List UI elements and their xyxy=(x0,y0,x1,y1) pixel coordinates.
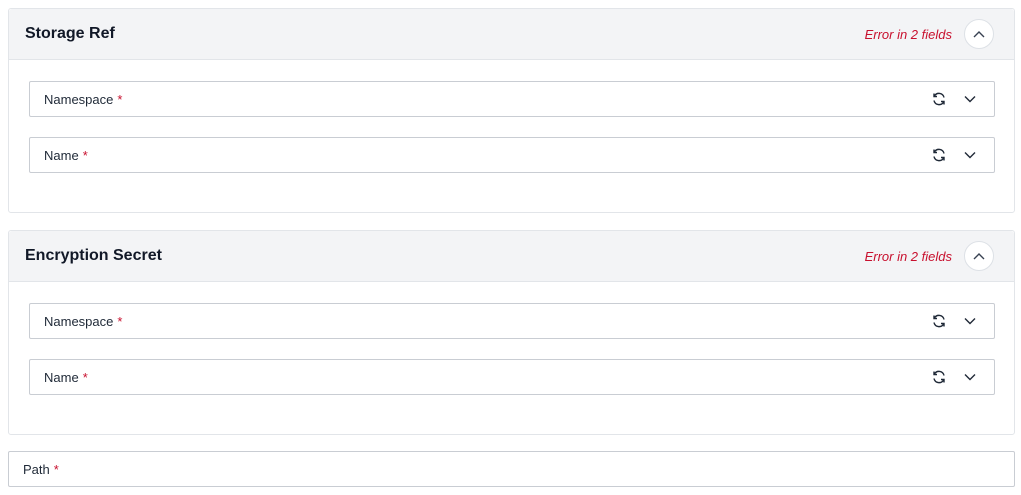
error-message: Error in 2 fields xyxy=(864,26,952,42)
refresh-icon xyxy=(933,148,945,162)
field-label: Namespace xyxy=(44,313,114,329)
required-mark: * xyxy=(117,313,123,329)
chevron-up-icon xyxy=(973,31,985,38)
refresh-button[interactable] xyxy=(929,311,949,331)
chevron-down-icon xyxy=(964,96,976,103)
dropdown-toggle[interactable] xyxy=(960,89,980,109)
section-title: Encryption Secret xyxy=(25,247,162,264)
error-message: Error in 2 fields xyxy=(864,248,952,264)
required-mark: * xyxy=(117,91,123,107)
encryption-secret-header: Encryption Secret Error in 2 fields xyxy=(9,231,1014,282)
refresh-button[interactable] xyxy=(929,145,949,165)
namespace-select[interactable]: Namespace * xyxy=(29,81,995,117)
encryption-secret-section: Encryption Secret Error in 2 fields Name… xyxy=(8,230,1015,435)
storage-ref-header: Storage Ref Error in 2 fields xyxy=(9,9,1014,60)
field-label: Name xyxy=(44,369,79,385)
dropdown-toggle[interactable] xyxy=(960,145,980,165)
field-label: Path xyxy=(23,461,50,477)
refresh-icon xyxy=(933,92,945,106)
chevron-down-icon xyxy=(964,374,976,381)
chevron-down-icon xyxy=(964,318,976,325)
refresh-button[interactable] xyxy=(929,89,949,109)
section-title: Storage Ref xyxy=(25,25,115,42)
refresh-button[interactable] xyxy=(929,367,949,387)
field-label: Name xyxy=(44,147,79,163)
required-mark: * xyxy=(82,147,88,163)
dropdown-toggle[interactable] xyxy=(960,367,980,387)
required-mark: * xyxy=(53,461,59,477)
storage-ref-section: Storage Ref Error in 2 fields Namespace *… xyxy=(8,8,1015,213)
collapse-button[interactable] xyxy=(964,241,994,271)
field-label: Namespace xyxy=(44,91,114,107)
path-input[interactable]: Path * xyxy=(8,451,1015,487)
namespace-select[interactable]: Namespace * xyxy=(29,303,995,339)
chevron-up-icon xyxy=(973,253,985,260)
name-select[interactable]: Name * xyxy=(29,137,995,173)
refresh-icon xyxy=(933,314,945,328)
required-mark: * xyxy=(82,369,88,385)
chevron-down-icon xyxy=(964,152,976,159)
dropdown-toggle[interactable] xyxy=(960,311,980,331)
name-select[interactable]: Name * xyxy=(29,359,995,395)
collapse-button[interactable] xyxy=(964,19,994,49)
refresh-icon xyxy=(933,370,945,384)
